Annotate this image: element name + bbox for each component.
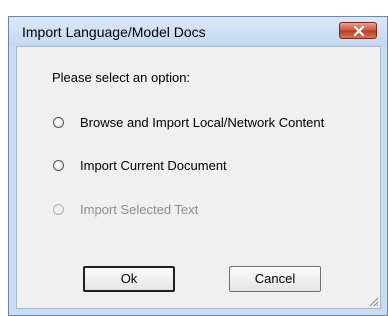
close-icon [353, 26, 365, 36]
resize-grip-icon[interactable] [367, 295, 379, 307]
radio-import-current-document[interactable] [53, 159, 64, 171]
option-label: Browse and Import Local/Network Content [80, 114, 325, 130]
dialog-title: Import Language/Model Docs [22, 24, 206, 40]
cancel-button[interactable]: Cancel [229, 266, 321, 292]
radio-browse-import[interactable] [53, 116, 64, 128]
prompt-text: Please select an option: [52, 70, 191, 85]
option-label: Import Selected Text [80, 201, 199, 217]
option-browse-import[interactable]: Browse and Import Local/Network Content [53, 114, 324, 130]
option-label: Import Current Document [80, 157, 227, 173]
dialog-body: Please select an option: Browse and Impo… [16, 46, 381, 309]
option-import-selected-text: Import Selected Text [53, 201, 198, 217]
close-button[interactable] [339, 22, 377, 39]
option-import-current-document[interactable]: Import Current Document [53, 157, 227, 173]
ok-button[interactable]: Ok [83, 266, 175, 292]
dialog-window: Import Language/Model Docs Please select… [8, 16, 388, 316]
radio-import-selected-text [53, 203, 64, 215]
title-bar[interactable]: Import Language/Model Docs [9, 17, 387, 46]
